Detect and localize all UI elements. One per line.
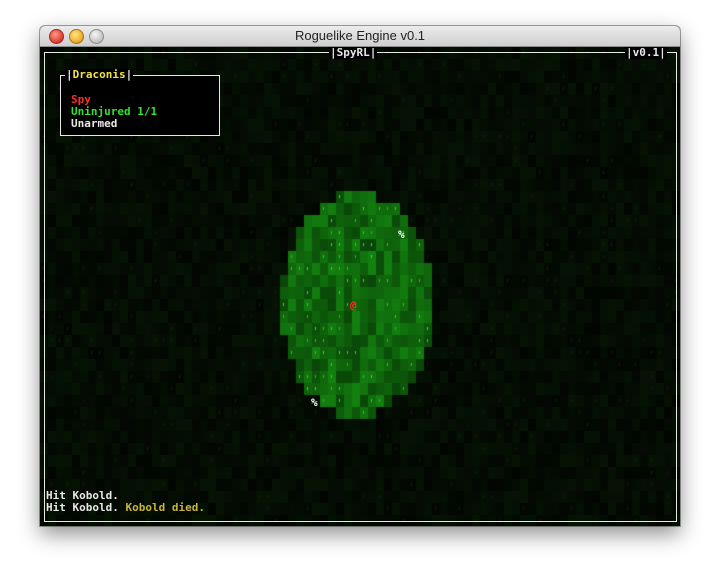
kobold-corpse-glyph: %: [311, 396, 318, 409]
kobold-corpse-glyph: %: [398, 228, 405, 241]
window-title: Roguelike Engine v0.1: [294, 28, 426, 43]
player-glyph: @: [350, 299, 357, 312]
message-text: Hit Kobold.: [46, 501, 119, 514]
app-window: Roguelike Engine v0.1 |SpyRL| |v0.1| |Dr…: [40, 26, 680, 526]
version-text: v0.1: [632, 47, 660, 59]
character-weapon: Unarmed: [71, 117, 118, 130]
message-log-line: Hit Kobold. Kobold died.: [46, 502, 205, 514]
version-label: |v0.1|: [625, 47, 667, 59]
title-bar: Roguelike Engine v0.1: [40, 26, 680, 47]
character-name-label: |Draconis|: [65, 68, 134, 81]
message-death-text: Kobold died.: [125, 501, 205, 514]
game-viewport[interactable]: |SpyRL| |v0.1| |Draconis| Spy Uninjured …: [40, 47, 680, 526]
game-title-text: SpyRL: [336, 47, 370, 59]
game-title-label: |SpyRL|: [329, 47, 378, 59]
character-panel: |Draconis| Spy Uninjured 1/1 Unarmed: [60, 69, 220, 136]
character-name: Draconis: [72, 68, 126, 81]
